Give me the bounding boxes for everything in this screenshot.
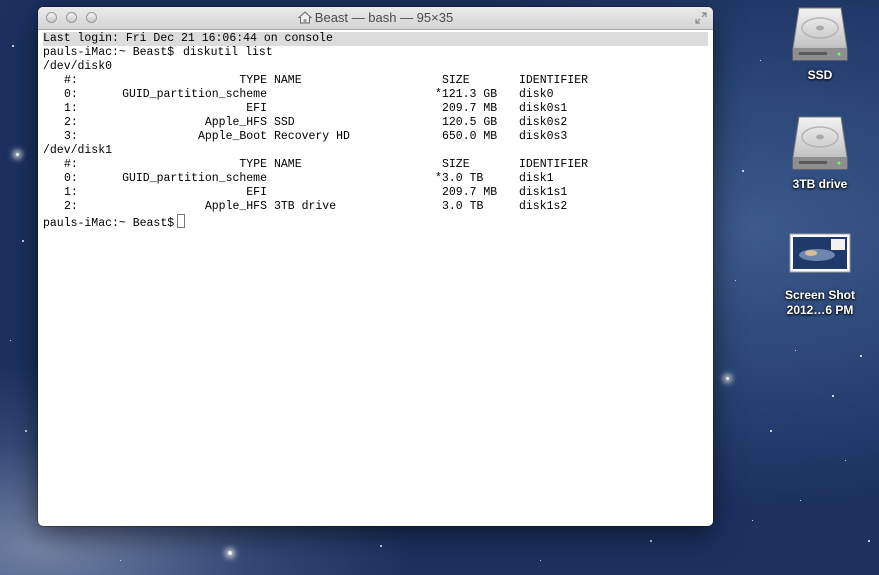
partition-identifier: disk0	[519, 88, 554, 101]
partition-size: *3.0 TB	[435, 172, 484, 185]
home-icon	[297, 11, 313, 27]
last-login-text: Last login: Fri Dec 21 16:06:44 on conso…	[43, 32, 333, 45]
partition-size: *121.3 GB	[435, 88, 498, 101]
header-num: #:	[64, 74, 78, 87]
partition-name: Recovery HD	[274, 130, 350, 143]
disk-device-line: /dev/disk1	[43, 144, 708, 158]
partition-identifier: disk0s2	[519, 116, 568, 129]
desktop-item-3tb-drive[interactable]: 3TB drive	[775, 113, 865, 192]
partition-size: 209.7 MB	[442, 102, 498, 115]
device-label: /dev/disk1	[43, 144, 113, 157]
partition-size: 3.0 TB	[442, 200, 484, 213]
table-header-row: #: TYPE NAME SIZE IDENTIFIER	[43, 158, 708, 172]
partition-num: 0:	[64, 88, 78, 101]
partition-name: SSD	[274, 116, 295, 129]
partition-num: 0:	[64, 172, 78, 185]
table-header-row: #: TYPE NAME SIZE IDENTIFIER	[43, 74, 708, 88]
header-identifier: IDENTIFIER	[519, 74, 589, 87]
terminal-output[interactable]: Last login: Fri Dec 21 16:06:44 on conso…	[43, 32, 708, 526]
partition-identifier: disk1s2	[519, 200, 568, 213]
hard-drive-icon	[775, 4, 865, 68]
text-cursor	[177, 214, 186, 228]
header-size: SIZE	[442, 74, 470, 87]
desktop-item-label: SSD	[807, 68, 833, 82]
hard-drive-icon	[775, 113, 865, 177]
partition-num: 1:	[64, 102, 78, 115]
partition-type: GUID_partition_scheme	[122, 172, 267, 185]
table-row: 3: Apple_Boot Recovery HD 650.0 MB disk0…	[43, 130, 708, 144]
header-size: SIZE	[442, 158, 470, 171]
header-name: NAME	[274, 158, 302, 171]
partition-type: Apple_Boot	[197, 130, 267, 143]
partition-type: Apple_HFS	[204, 116, 267, 129]
partition-num: 2:	[64, 116, 78, 129]
terminal-window[interactable]: Beast — bash — 95×35 Last login: Fri Dec…	[38, 7, 713, 526]
window-title: Beast — bash — 95×35	[38, 10, 713, 27]
table-row: 2: Apple_HFS 3TB drive 3.0 TB disk1s2	[43, 200, 708, 214]
partition-identifier: disk0s1	[519, 102, 568, 115]
table-row: 0: GUID_partition_scheme *121.3 GB disk0	[43, 88, 708, 102]
partition-type: Apple_HFS	[204, 200, 267, 213]
partition-size: 650.0 MB	[442, 130, 498, 143]
fullscreen-icon[interactable]	[694, 11, 708, 30]
desktop-item-label: 3TB drive	[792, 177, 848, 191]
window-titlebar[interactable]: Beast — bash — 95×35	[38, 7, 713, 30]
command-text: diskutil list	[183, 46, 273, 59]
partition-num: 1:	[64, 186, 78, 199]
partition-identifier: disk1s1	[519, 186, 568, 199]
partition-type: EFI	[246, 186, 267, 199]
desktop-item-screenshot[interactable]: Screen Shot 2012…6 PM	[775, 233, 865, 318]
desktop-item-label: 2012…6 PM	[786, 303, 854, 317]
partition-type: EFI	[246, 102, 267, 115]
partition-size: 120.5 GB	[442, 116, 498, 129]
desktop-item-ssd[interactable]: SSD	[775, 4, 865, 83]
partition-size: 209.7 MB	[442, 186, 498, 199]
partition-identifier: disk1	[519, 172, 554, 185]
prompt-with-cursor: pauls-iMac:~ Beast$	[43, 214, 186, 231]
header-num: #:	[64, 158, 78, 171]
partition-type: GUID_partition_scheme	[122, 88, 267, 101]
current-prompt-line[interactable]: pauls-iMac:~ Beast$	[43, 214, 708, 231]
device-label: /dev/disk0	[43, 60, 113, 73]
header-identifier: IDENTIFIER	[519, 158, 589, 171]
partition-identifier: disk0s3	[519, 130, 568, 143]
header-type: TYPE	[239, 74, 267, 87]
desktop-item-label: Screen Shot	[784, 288, 856, 302]
prompt-text: pauls-iMac:~ Beast$	[43, 46, 175, 59]
table-row: 2: Apple_HFS SSD 120.5 GB disk0s2	[43, 116, 708, 130]
partition-name: 3TB drive	[274, 200, 337, 213]
partition-num: 2:	[64, 200, 78, 213]
partition-num: 3:	[64, 130, 78, 143]
prompt-text: pauls-iMac:~ Beast$	[43, 217, 175, 230]
last-login-line: Last login: Fri Dec 21 16:06:44 on conso…	[43, 32, 708, 46]
header-type: TYPE	[239, 158, 267, 171]
command-line: pauls-iMac:~ Beast$ diskutil list	[43, 46, 708, 60]
disk-device-line: /dev/disk0	[43, 60, 708, 74]
window-title-text: Beast — bash — 95×35	[314, 10, 454, 25]
table-row: 0: GUID_partition_scheme *3.0 TB disk1	[43, 172, 708, 186]
header-name: NAME	[274, 74, 302, 87]
screenshot-thumbnail-icon	[775, 233, 865, 288]
table-row: 1: EFI 209.7 MB disk1s1	[43, 186, 708, 200]
table-row: 1: EFI 209.7 MB disk0s1	[43, 102, 708, 116]
